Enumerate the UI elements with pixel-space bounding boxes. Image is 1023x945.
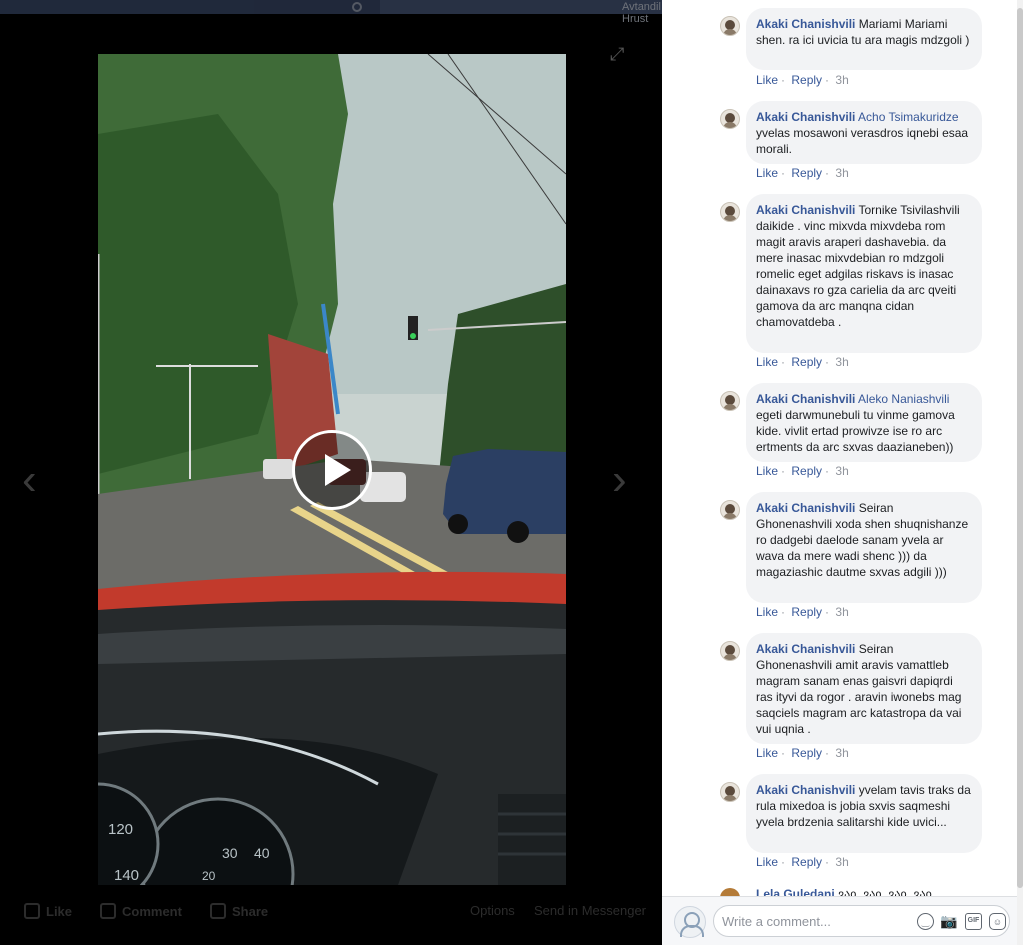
comment-meta: Like · Reply · 3h: [756, 746, 849, 760]
comment-mention[interactable]: Acho Tsimakuridze: [858, 110, 959, 124]
comment-reply-link[interactable]: Reply: [791, 746, 822, 760]
comment-text: Seiran Ghonenashvili amit aravis vamattl…: [756, 642, 962, 736]
comment-reply-link[interactable]: Reply: [791, 464, 822, 478]
thumbs-up-icon: [24, 903, 40, 919]
comment-bubble: Akaki Chanishvili Aleko Naniashvili eget…: [746, 383, 982, 462]
comment-bubble: Akaki Chanishvili Seiran Ghonenashvili x…: [746, 492, 982, 603]
comment-bubble: Akaki Chanishvili Acho Tsimakuridze yvel…: [746, 101, 982, 164]
previous-arrow-icon[interactable]: ‹: [22, 458, 52, 502]
comment-mention[interactable]: Aleko Naniashvili: [858, 392, 949, 406]
comment-author[interactable]: Akaki Chanishvili: [756, 17, 855, 31]
comment-like-link[interactable]: Like: [756, 355, 778, 369]
avatar[interactable]: [720, 391, 740, 411]
comment-author[interactable]: Akaki Chanishvili: [756, 501, 855, 515]
avatar[interactable]: [720, 109, 740, 129]
share-label: Share: [232, 903, 269, 919]
send-in-messenger-label: Send in Messenger: [534, 903, 647, 918]
svg-text:40: 40: [254, 845, 270, 861]
sticker-icon[interactable]: ☺: [989, 913, 1006, 930]
comment-reply-link[interactable]: Reply: [791, 355, 822, 369]
next-arrow-icon[interactable]: ›: [612, 458, 642, 502]
comment-time[interactable]: 3h: [835, 73, 848, 87]
comment-time[interactable]: 3h: [835, 746, 848, 760]
emoji-icon[interactable]: ‿: [917, 913, 934, 930]
comment-meta: Like · Reply · 3h: [756, 73, 849, 87]
svg-text:20: 20: [202, 869, 216, 883]
comment-bubble: Akaki Chanishvili Tornike Tsivilashvili …: [746, 194, 982, 353]
comment-input-box[interactable]: ‿ 📷 GIF ☺: [713, 905, 1010, 937]
comment-author[interactable]: Akaki Chanishvili: [756, 203, 855, 217]
comment-bubble: Akaki Chanishvili Seiran Ghonenashvili a…: [746, 633, 982, 744]
svg-text:30: 30: [222, 845, 238, 861]
comment-like-link[interactable]: Like: [756, 166, 778, 180]
comment-like-link[interactable]: Like: [756, 464, 778, 478]
comment-author[interactable]: Akaki Chanishvili: [756, 392, 855, 406]
action-bar: Like Comment Share Options Send in Messe…: [0, 893, 662, 933]
comment-reply-link[interactable]: Reply: [791, 605, 822, 619]
comment-input[interactable]: [722, 912, 912, 930]
avatar[interactable]: [720, 782, 740, 802]
scrollbar-thumb[interactable]: [1017, 8, 1023, 888]
comment-text: yvelas mosawoni verasdros iqnebi esaa mo…: [756, 126, 969, 156]
play-button[interactable]: [292, 430, 372, 510]
share-icon: [210, 903, 226, 919]
avatar[interactable]: [720, 500, 740, 520]
my-avatar: [674, 906, 706, 938]
search-icon: [352, 2, 362, 12]
comment-bubble: Akaki Chanishvili Mariami Mariami shen. …: [746, 8, 982, 70]
scrollbar[interactable]: [1017, 0, 1023, 945]
comments-panel: Akaki Chanishvili Mariami Mariami shen. …: [662, 0, 1023, 945]
comment-action[interactable]: Comment: [100, 903, 455, 919]
expand-icon[interactable]: ⤢: [610, 44, 630, 64]
comment-meta: Like · Reply · 3h: [756, 605, 849, 619]
comment-reply-link[interactable]: Reply: [791, 166, 822, 180]
like-action[interactable]: Like: [24, 903, 72, 919]
background-top-bar: Avtandil Hrust: [0, 0, 662, 25]
comment-meta: Like · Reply · 3h: [756, 355, 849, 369]
svg-text:140: 140: [114, 867, 139, 884]
comment-time[interactable]: 3h: [835, 605, 848, 619]
gif-icon[interactable]: GIF: [965, 913, 982, 930]
options-label: Options: [470, 903, 515, 918]
comment-time[interactable]: 3h: [835, 855, 848, 869]
comment-text: Tornike Tsivilashvili daikide . vinc mix…: [756, 203, 960, 329]
avatar[interactable]: [720, 641, 740, 661]
comment-reply-link[interactable]: Reply: [791, 73, 822, 87]
comment-text: egeti darwmunebuli tu vinme gamova kide.…: [756, 408, 955, 454]
comment-meta: Like · Reply · 3h: [756, 166, 849, 180]
camera-icon[interactable]: 📷: [940, 913, 957, 930]
comment-like-link[interactable]: Like: [756, 73, 778, 87]
background-search-bar: [380, 0, 662, 14]
comment-time[interactable]: 3h: [835, 355, 848, 369]
avatar[interactable]: [720, 202, 740, 222]
comment-like-link[interactable]: Like: [756, 605, 778, 619]
comment-meta: Like · Reply · 3h: [756, 464, 849, 478]
comment-time[interactable]: 3h: [835, 166, 848, 180]
comment-author[interactable]: Akaki Chanishvili: [756, 110, 855, 124]
comment-author[interactable]: Akaki Chanishvili: [756, 783, 855, 797]
share-action[interactable]: Share: [210, 903, 268, 919]
comment-icon: [100, 903, 116, 919]
comment-time[interactable]: 3h: [835, 464, 848, 478]
comment-label: Comment: [122, 903, 182, 919]
comment-meta: Like · Reply · 3h: [756, 855, 849, 869]
background-user-name: Avtandil Hrust: [622, 1, 661, 25]
options-link[interactable]: Options: [470, 903, 515, 918]
avatar[interactable]: [720, 16, 740, 36]
like-label: Like: [46, 903, 73, 919]
video-theater: Avtandil Hrust ⤢ ‹ › 120 140 30 40 20 Li…: [0, 0, 662, 945]
comment-composer: ‿ 📷 GIF ☺: [662, 896, 1017, 945]
comment-bubble: Akaki Chanishvili yvelam tavis traks da …: [746, 774, 982, 853]
svg-text:120: 120: [108, 821, 133, 838]
comment-like-link[interactable]: Like: [756, 855, 778, 869]
comment-reply-link[interactable]: Reply: [791, 855, 822, 869]
comment-like-link[interactable]: Like: [756, 746, 778, 760]
send-in-messenger-link[interactable]: Send in Messenger: [534, 903, 646, 918]
comment-author[interactable]: Akaki Chanishvili: [756, 642, 855, 656]
